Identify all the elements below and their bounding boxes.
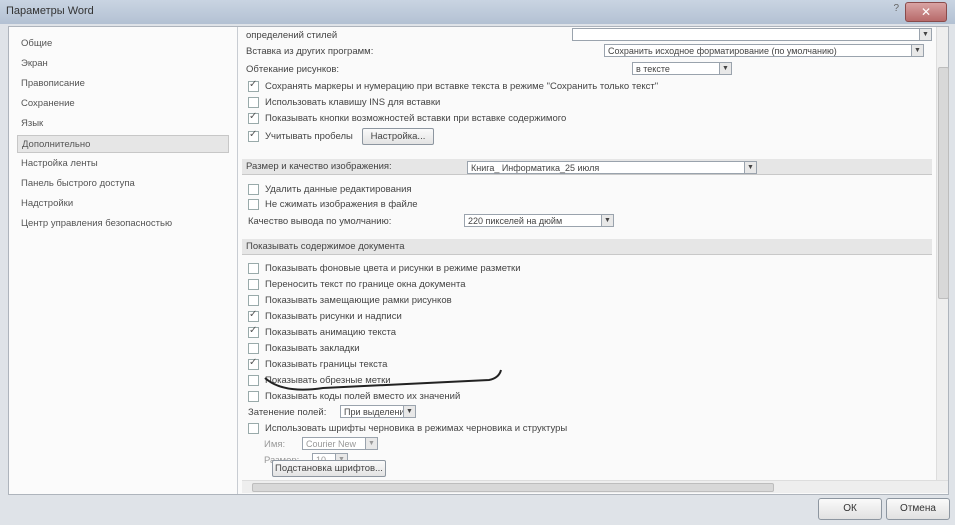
option-draft-font[interactable]: Использовать шрифты черновика в режимах … <box>248 422 567 436</box>
option-label: Использовать шрифты черновика в режимах … <box>265 423 568 434</box>
checkbox[interactable] <box>248 96 259 108</box>
option-label: Показывать кнопки возможностей вставки п… <box>265 113 567 124</box>
option-label: Показывать анимацию текста <box>265 327 397 338</box>
option-label: Сохранять маркеры и нумерацию при вставк… <box>265 81 659 92</box>
document-value: Книга_ Информатика_25 июля <box>471 163 600 173</box>
checkbox[interactable] <box>248 183 259 195</box>
checkbox[interactable] <box>248 128 259 142</box>
sidebar-item-save[interactable]: Сохранение <box>17 95 229 113</box>
field-shading-label: Затенение полей: <box>248 407 327 418</box>
ok-button[interactable]: ОК <box>818 498 882 520</box>
chevron-down-icon: ▼ <box>365 438 377 449</box>
section-title: Показывать содержимое документа <box>246 241 405 252</box>
option-ins-key[interactable]: Использовать клавишу INS для вставки <box>248 96 440 110</box>
sidebar-item-quick-access[interactable]: Панель быстрого доступа <box>17 175 229 193</box>
chevron-down-icon: ▼ <box>911 45 923 56</box>
option-label: Использовать клавишу INS для вставки <box>265 97 441 108</box>
option-keep-bullets[interactable]: Сохранять маркеры и нумерацию при вставк… <box>248 78 659 94</box>
checkbox[interactable] <box>248 262 259 274</box>
draft-font-name-value: Courier New <box>306 439 357 449</box>
help-icon[interactable]: ? <box>893 3 899 14</box>
document-select[interactable]: Книга_ Информатика_25 июля ▼ <box>467 161 757 174</box>
sidebar-item-language[interactable]: Язык <box>17 115 229 133</box>
chevron-down-icon: ▼ <box>601 215 613 226</box>
chevron-down-icon: ▼ <box>719 63 731 74</box>
checkbox[interactable] <box>248 308 259 322</box>
styles-select[interactable]: ▼ <box>572 28 932 41</box>
option-label: Удалить данные редактирования <box>265 184 412 195</box>
option-no-compress[interactable]: Не сжимать изображения в файле <box>248 198 418 212</box>
window-title: Параметры Word <box>6 5 94 17</box>
chevron-down-icon: ▼ <box>919 29 931 40</box>
paste-other-select[interactable]: Сохранить исходное форматирование (по ум… <box>604 44 924 57</box>
settings-content: определений стилей ▼ Вставка из других п… <box>242 27 934 480</box>
checkbox[interactable] <box>248 422 259 434</box>
option-label: Учитывать пробелы <box>265 131 353 142</box>
paste-other-value: Сохранить исходное форматирование (по ум… <box>608 46 837 56</box>
option-placeholders[interactable]: Показывать замещающие рамки рисунков <box>248 294 452 308</box>
vertical-scroll-thumb[interactable] <box>938 67 949 299</box>
settings-button[interactable]: Настройка... <box>362 128 434 145</box>
vertical-scrollbar[interactable] <box>936 27 949 480</box>
option-smart-spacing[interactable]: Учитывать пробелы <box>248 128 353 144</box>
section-show-content: Показывать содержимое документа <box>242 239 932 255</box>
dialog-body: Общие Экран Правописание Сохранение Язык… <box>8 26 949 495</box>
checkbox[interactable] <box>248 390 259 402</box>
checkbox[interactable] <box>248 198 259 210</box>
option-label: Не сжимать изображения в файле <box>265 199 418 210</box>
chevron-down-icon: ▼ <box>403 406 415 417</box>
pen-annotation <box>264 369 502 391</box>
sidebar-item-display[interactable]: Экран <box>17 55 229 73</box>
wrap-select[interactable]: в тексте ▼ <box>632 62 732 75</box>
wrap-value: в тексте <box>636 64 670 74</box>
checkbox[interactable] <box>248 110 259 124</box>
horizontal-scrollbar[interactable] <box>242 480 948 493</box>
option-background-colors[interactable]: Показывать фоновые цвета и рисунки в реж… <box>248 262 521 276</box>
option-text-animation[interactable]: Показывать анимацию текста <box>248 324 397 340</box>
sidebar: Общие Экран Правописание Сохранение Язык… <box>9 27 238 494</box>
wrap-label: Обтекание рисунков: <box>246 64 340 75</box>
close-button[interactable]: ✕ <box>905 2 947 22</box>
sidebar-item-general[interactable]: Общие <box>17 35 229 53</box>
field-shading-select[interactable]: При выделении ▼ <box>340 405 416 418</box>
option-discard-edit-data[interactable]: Удалить данные редактирования <box>248 183 412 197</box>
checkbox[interactable] <box>248 342 259 354</box>
output-quality-label: Качество вывода по умолчанию: <box>248 216 392 227</box>
checkbox[interactable] <box>248 278 259 290</box>
option-bookmarks[interactable]: Показывать закладки <box>248 342 360 356</box>
horizontal-scroll-thumb[interactable] <box>252 483 774 492</box>
checkbox[interactable] <box>248 78 259 92</box>
title-bar: Параметры Word ? ✕ <box>0 0 955 24</box>
styles-text: определений стилей <box>246 30 338 41</box>
option-label: Показывать фоновые цвета и рисунки в реж… <box>265 263 521 274</box>
sidebar-item-advanced[interactable]: Дополнительно <box>17 135 229 153</box>
checkbox[interactable] <box>248 356 259 370</box>
checkbox[interactable] <box>248 324 259 338</box>
cancel-button[interactable]: Отмена <box>886 498 950 520</box>
checkbox[interactable] <box>248 374 259 386</box>
option-label: Показывать замещающие рамки рисунков <box>265 295 452 306</box>
font-substitution-button[interactable]: Подстановка шрифтов... <box>272 460 386 477</box>
option-label: Показывать закладки <box>265 343 360 354</box>
option-wrap-window[interactable]: Переносить текст по границе окна докумен… <box>248 278 466 292</box>
option-label: Переносить текст по границе окна докумен… <box>265 279 466 290</box>
paste-other-label: Вставка из других программ: <box>246 46 374 57</box>
output-quality-value: 220 пикселей на дюйм <box>468 216 563 226</box>
checkbox[interactable] <box>248 294 259 306</box>
draft-font-name-select[interactable]: Courier New ▼ <box>302 437 378 450</box>
draft-font-name-label: Имя: <box>264 439 286 450</box>
output-quality-select[interactable]: 220 пикселей на дюйм ▼ <box>464 214 614 227</box>
sidebar-item-trust-center[interactable]: Центр управления безопасностью <box>17 215 229 233</box>
options-window: Параметры Word ? ✕ Общие Экран Правописа… <box>0 0 955 525</box>
sidebar-item-proofing[interactable]: Правописание <box>17 75 229 93</box>
option-paste-buttons[interactable]: Показывать кнопки возможностей вставки п… <box>248 110 567 126</box>
sidebar-item-addins[interactable]: Надстройки <box>17 195 229 213</box>
option-show-drawings[interactable]: Показывать рисунки и надписи <box>248 308 402 324</box>
section-title: Размер и качество изображения: <box>246 161 392 172</box>
field-shading-value: При выделении <box>344 407 410 417</box>
chevron-down-icon: ▼ <box>744 162 756 173</box>
sidebar-item-customize-ribbon[interactable]: Настройка ленты <box>17 155 229 173</box>
option-label: Показывать рисунки и надписи <box>265 311 402 322</box>
